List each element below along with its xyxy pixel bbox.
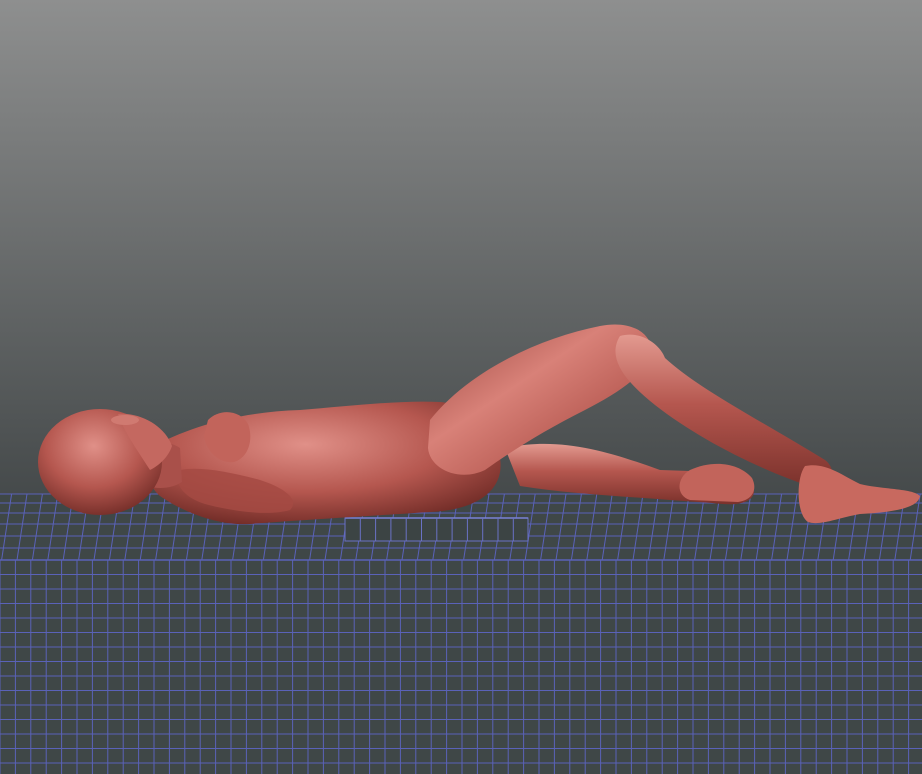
3d-viewport[interactable] (0, 0, 922, 774)
3d-scene-canvas[interactable] (0, 0, 922, 774)
figure-ear (111, 415, 139, 425)
support-block[interactable] (344, 517, 529, 542)
